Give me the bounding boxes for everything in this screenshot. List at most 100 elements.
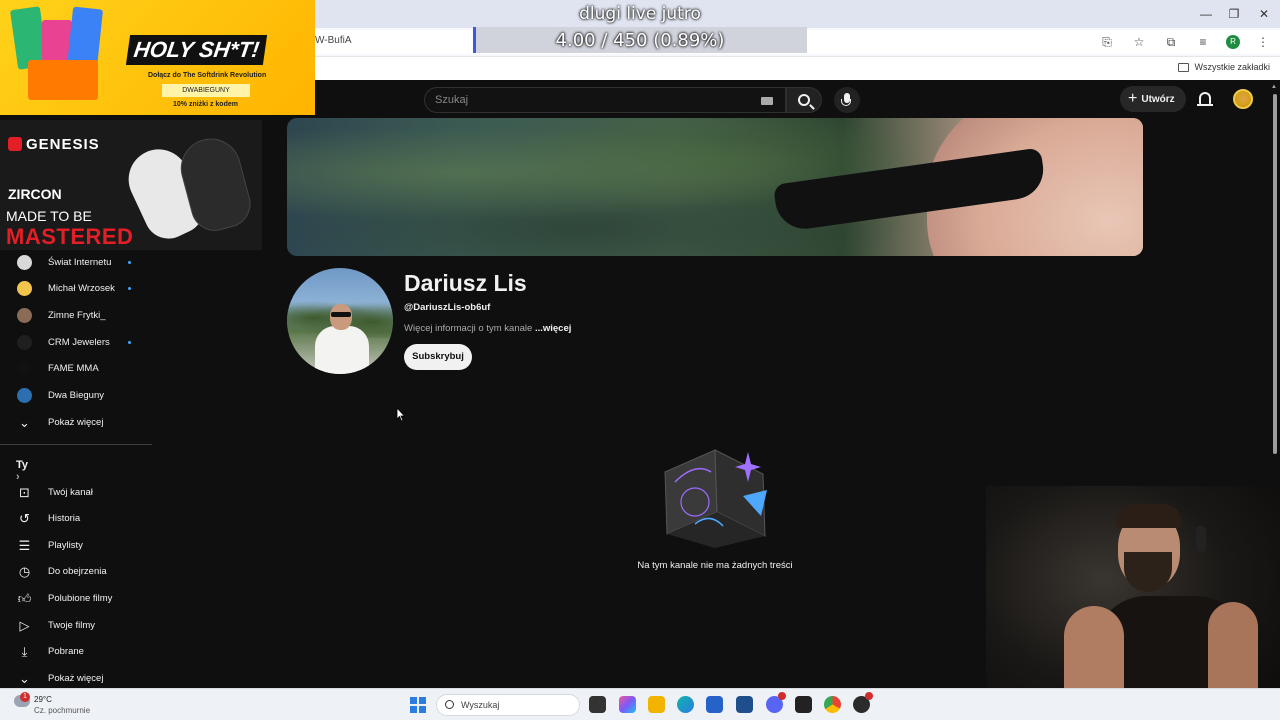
sidebar-subscription-item[interactable]: Zimne Frytki_ — [0, 302, 152, 328]
channel-banner — [287, 118, 1143, 256]
chrome-icon[interactable] — [824, 696, 841, 713]
sidebar-you-item[interactable]: ☰ Playlisty — [0, 532, 152, 558]
weather-description: Cz. pochmurnie — [34, 706, 91, 715]
sidebar-item-label: Świat Internetu — [48, 256, 112, 268]
sidebar-item-label: Twoje filmy — [48, 619, 95, 631]
search-icon — [798, 94, 810, 106]
new-content-dot — [128, 287, 131, 291]
taskbar-search-placeholder: Wyszukaj — [461, 700, 500, 710]
weather-badge: 1 — [20, 692, 30, 702]
profile-avatar[interactable]: R — [1226, 35, 1240, 49]
sidebar-item-label: Do obejrzenia — [48, 566, 107, 578]
empty-channel-illustration — [664, 449, 767, 548]
sidebar-subscription-item[interactable]: Dwa Bieguny — [0, 383, 152, 409]
scroll-thumb[interactable] — [1273, 94, 1277, 454]
sidebar-divider — [0, 444, 152, 445]
task-view-icon[interactable] — [589, 696, 606, 713]
sidebar-you-item[interactable]: ⊡ Twój kanał — [0, 479, 152, 505]
sidebar-show-more[interactable]: ⌄ Pokaż więcej — [0, 409, 152, 435]
chevron-down-icon: ⌄ — [19, 670, 30, 686]
sidebar-subscription-item[interactable]: Świat Internetu — [0, 249, 152, 275]
create-button[interactable]: + Utwórz — [1120, 86, 1186, 112]
file-explorer-icon[interactable] — [648, 696, 665, 713]
all-bookmarks-button[interactable]: Wszystkie zakładki — [1178, 62, 1270, 72]
keyboard-icon[interactable] — [761, 97, 773, 105]
search-placeholder: Szukaj — [435, 94, 469, 106]
media-controls-icon[interactable]: ≡ — [1194, 33, 1212, 51]
windows-taskbar: 1 29°C Cz. pochmurnie Wyszukaj — [0, 688, 1280, 720]
channel-description[interactable]: Więcej informacji o tym kanale ...więcej — [404, 323, 571, 334]
sidebar-item-label: Zimne Frytki_ — [48, 309, 106, 321]
account-avatar[interactable] — [1233, 89, 1253, 109]
restore-button[interactable]: ❐ — [1218, 4, 1250, 24]
start-button[interactable] — [410, 697, 426, 713]
sidebar-subscription-item[interactable]: FAME MMA — [0, 356, 152, 382]
download-icon: ⤓ — [21, 644, 28, 660]
webcam-hair — [1116, 504, 1182, 528]
holy-ad-code: DWABIEGUNY — [162, 84, 250, 97]
screen: — ❐ ✕ W-BufiA ⎘ ☆ ⧉ ≡ R ⋮ Wszystkie zakł… — [0, 0, 1280, 720]
channel-name: Dariusz Lis — [404, 270, 527, 296]
streamer-webcam — [986, 486, 1280, 720]
sidebar-item-label: Historia — [48, 513, 81, 525]
webcam-headset — [1196, 526, 1206, 552]
avatar-head — [330, 304, 352, 330]
edge-icon[interactable] — [677, 696, 694, 713]
notifications-bell-icon[interactable] — [1197, 92, 1213, 106]
app-icon[interactable] — [795, 696, 812, 713]
search-input[interactable]: Szukaj — [424, 87, 786, 113]
channel-icon: ⊡ — [19, 484, 30, 500]
genesis-slogan-2: MASTERED — [6, 224, 134, 249]
extensions-icon[interactable]: ⧉ — [1162, 33, 1180, 51]
sidebar-you-item[interactable]: 👍︎ Polubione filmy — [0, 585, 152, 611]
genesis-product: ZIRCON — [8, 186, 62, 202]
voice-search-button[interactable] — [834, 87, 860, 113]
history-icon: ↺ — [19, 511, 30, 527]
close-button[interactable]: ✕ — [1248, 4, 1280, 24]
address-bar[interactable]: W-BufiA ⎘ ☆ ⧉ ≡ R ⋮ — [315, 30, 1280, 54]
microphone-icon — [841, 93, 851, 106]
channel-avatar-icon — [17, 388, 32, 403]
search-icon — [445, 700, 454, 709]
subscribe-button[interactable]: Subskrybuj — [404, 344, 472, 370]
all-bookmarks-label: Wszystkie zakładki — [1194, 62, 1270, 72]
watch-later-icon: ◷ — [18, 564, 31, 580]
channel-avatar-icon — [17, 254, 32, 270]
sidebar-item-label: Michał Wrzosek — [48, 283, 115, 295]
sidebar-you-item[interactable]: ⤓ Pobrane — [0, 639, 152, 665]
holy-ad-title: HOLY SH*T! — [125, 35, 268, 65]
channel-avatar[interactable] — [287, 268, 393, 374]
install-app-icon[interactable]: ⎘ — [1098, 33, 1116, 51]
sidebar-you-item[interactable]: ▷ Twoje filmy — [0, 612, 152, 638]
sidebar-you-item[interactable]: ↺ Historia — [0, 506, 152, 532]
like-icon: 👍︎ — [17, 590, 32, 606]
avatar-sunglasses — [331, 312, 351, 317]
sidebar-item-label: Playlisty — [48, 539, 83, 551]
genesis-sponsor-ad: GENESIS ZIRCON MADE TO BE MASTERED — [0, 120, 262, 250]
sidebar-subscription-item[interactable]: Michał Wrzosek — [0, 276, 152, 302]
channel-avatar-icon — [17, 307, 32, 323]
store-icon[interactable] — [736, 696, 753, 713]
sidebar-subscription-item[interactable]: CRM Jewelers — [0, 329, 152, 355]
copilot-icon[interactable] — [619, 696, 636, 713]
menu-kebab-icon[interactable]: ⋮ — [1254, 33, 1272, 51]
discord-badge — [778, 692, 786, 700]
search-button[interactable] — [786, 87, 822, 113]
bookmark-star-icon[interactable]: ☆ — [1130, 33, 1148, 51]
new-content-dot — [128, 260, 131, 264]
sidebar-item-label: Twój kanał — [48, 486, 93, 498]
sidebar-item-label: Pokaż więcej — [48, 416, 104, 428]
more-link[interactable]: ...więcej — [535, 323, 571, 334]
outlook-icon[interactable] — [706, 696, 723, 713]
channel-avatar-icon — [17, 334, 32, 350]
genesis-slogan-1: MADE TO BE — [6, 208, 92, 224]
scroll-up-arrow-icon[interactable]: ▲ — [1271, 84, 1277, 90]
sidebar-you-item[interactable]: ◷ Do obejrzenia — [0, 559, 152, 585]
taskbar-search[interactable]: Wyszukaj — [436, 694, 580, 716]
chevron-down-icon: ⌄ — [19, 414, 30, 430]
channel-avatar-icon — [17, 281, 32, 297]
sidebar-section-label: Ty — [16, 459, 29, 471]
sidebar-item-label: Dwa Bieguny — [48, 390, 104, 401]
channel-description-text: Więcej informacji o tym kanale — [404, 323, 533, 334]
holy-ad-subtitle: Dołącz do The Softdrink Revolution — [148, 72, 267, 79]
